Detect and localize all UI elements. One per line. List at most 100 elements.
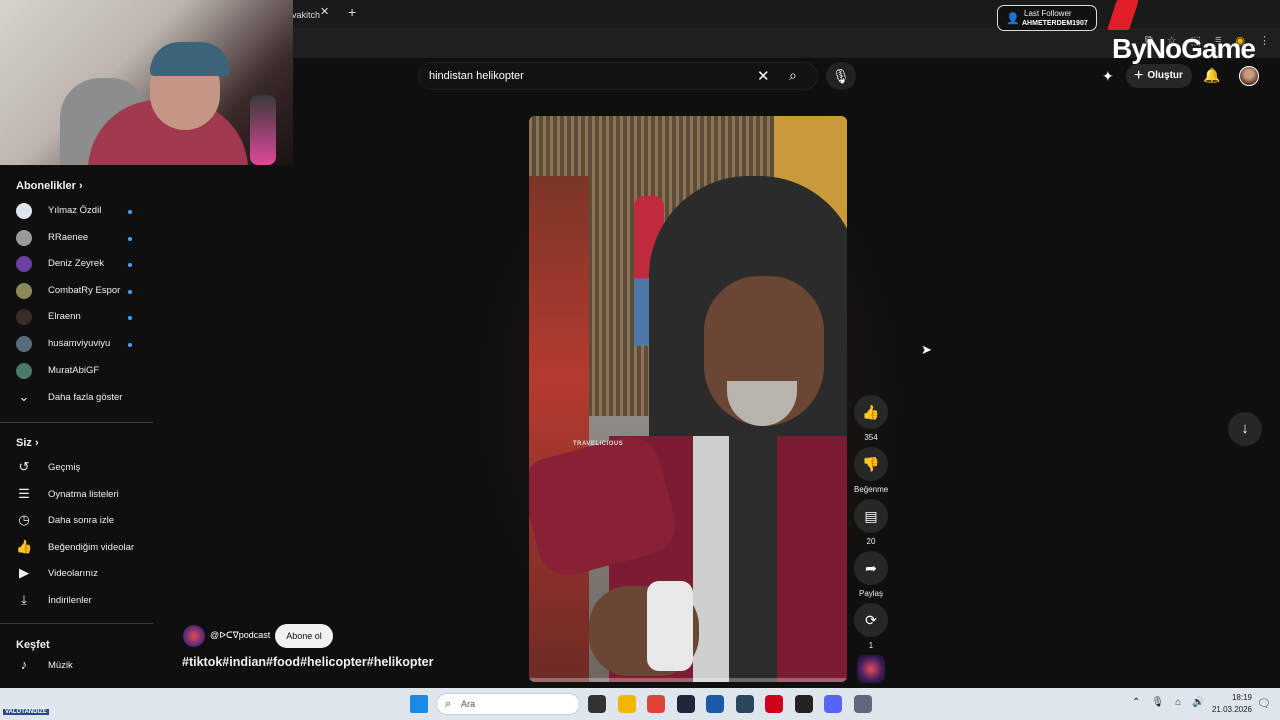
channel-avatar — [16, 309, 32, 326]
search-input[interactable]: hindistan helikopter — [429, 70, 524, 82]
app-dark-icon[interactable] — [794, 695, 813, 713]
share-button[interactable]: ➦ Paylaş — [854, 551, 888, 598]
notifications-icon[interactable]: 🔔 — [1203, 67, 1220, 84]
sidebar-item-subscription[interactable]: Deniz Zeyrek — [16, 252, 146, 278]
like-button[interactable]: 👍 354 — [854, 395, 888, 442]
windows-start-icon[interactable] — [410, 695, 428, 713]
channel-avatar — [16, 229, 32, 246]
chrome-icon[interactable] — [647, 695, 665, 713]
show-more-button[interactable]: ⌄ Daha fazla göster — [16, 386, 146, 412]
new-content-dot — [128, 289, 132, 294]
channel-handle[interactable]: @ᐅᑕᐁpodcast — [210, 630, 270, 641]
like-count: 354 — [864, 433, 878, 442]
sidebar-item-subscription[interactable]: MuratAbiGF — [16, 359, 146, 385]
microphone-icon[interactable]: 🎙 — [1151, 697, 1164, 708]
steam-icon[interactable] — [676, 695, 695, 713]
sidebar-item-subscription[interactable]: Yılmaz Özdil — [16, 199, 146, 225]
search-icon[interactable]: ⌕ — [789, 67, 797, 84]
follower-title: Last Follower — [1024, 9, 1072, 18]
chevron-right-icon: › — [34, 437, 39, 449]
comments-button[interactable]: ▤ 20 — [854, 499, 888, 546]
shorts-video-player[interactable]: TRAVELICIOUS — [529, 116, 847, 682]
sidebar-item-subscription[interactable]: RRaenee — [16, 226, 146, 252]
gemini-icon[interactable]: ✦ — [1102, 68, 1114, 85]
sidebar-item-history[interactable]: ↺ Geçmiş — [16, 456, 146, 482]
remix-count: 1 — [868, 641, 874, 650]
sidebar-divider — [0, 422, 153, 423]
settings-icon[interactable] — [853, 695, 872, 713]
sidebar-item-subscription[interactable]: CombatRy Espor — [16, 279, 146, 305]
close-tab-icon[interactable]: ✕ — [320, 5, 329, 18]
search-box[interactable]: hindistan helikopter ✕ ⌕ — [418, 62, 818, 90]
steam-2-icon[interactable] — [735, 695, 754, 713]
subscribe-button[interactable]: Abone ol — [275, 624, 333, 648]
chevron-up-icon[interactable]: ⌃ — [1132, 697, 1140, 708]
video-hashtags[interactable]: #tiktok#indian#food#helicopter#helikopte… — [182, 655, 433, 669]
sidebar-divider — [0, 623, 153, 624]
create-label: Oluştur — [1147, 70, 1183, 81]
app-red-icon[interactable] — [765, 695, 783, 713]
menu-icon[interactable]: ⋮ — [1259, 34, 1270, 47]
task-view-icon[interactable] — [588, 695, 606, 713]
clock-icon: ◷ — [18, 512, 30, 528]
sidebar-item-thumb-up[interactable]: 👍 Beğendiğim videolar — [16, 536, 146, 562]
video-watermark: TRAVELICIOUS — [573, 441, 624, 447]
explore-title: Keşfet — [16, 639, 50, 651]
sidebar-item-download[interactable]: ⤓ İndirilenler — [16, 589, 146, 615]
download-icon: ⤓ — [21, 592, 27, 607]
brand-logo: ByNoGame — [1107, 0, 1280, 64]
brand-logo-mark — [1107, 0, 1139, 30]
video-left-man — [529, 176, 589, 682]
share-icon: ➦ — [854, 551, 888, 585]
network-icon[interactable]: ⌂ — [1175, 697, 1181, 708]
channel-avatar[interactable] — [183, 625, 205, 647]
thumb-up-icon: 👍 — [16, 538, 33, 554]
volume-icon[interactable]: 🔊 — [1192, 697, 1204, 708]
create-button[interactable]: + Oluştur — [1126, 64, 1192, 88]
notification-center-icon[interactable]: 🗨 — [1257, 697, 1271, 710]
sidebar-item-label: Geçmiş — [48, 462, 81, 473]
chevron-right-icon: › — [78, 180, 83, 192]
new-tab-icon[interactable]: + — [348, 4, 356, 20]
voice-search-icon[interactable]: 🎙 — [826, 62, 856, 90]
clock-time[interactable]: 18:19 — [1208, 693, 1252, 702]
system-tray: ⌃ 🎙 ⌂ 🔊 — [1132, 697, 1205, 708]
thumb-down-icon: 👎 — [854, 447, 888, 481]
file-explorer-icon[interactable] — [617, 695, 636, 713]
clear-search-icon[interactable]: ✕ — [757, 67, 770, 85]
webcam-overlay — [0, 0, 293, 165]
discord-icon[interactable] — [824, 695, 842, 713]
remix-button[interactable]: ⟳ 1 — [854, 603, 888, 650]
account-avatar[interactable] — [1239, 66, 1259, 86]
sidebar-item-label: CombatRy Espor — [48, 284, 121, 296]
you-title[interactable]: Siz › — [16, 437, 39, 449]
webcam-microphone — [250, 95, 276, 165]
dislike-label: Beğenme — [854, 485, 889, 494]
sidebar-item-label: Videolarınız — [48, 568, 98, 580]
new-content-dot — [128, 210, 132, 214]
browser-tab[interactable]: vakitch — [284, 2, 344, 28]
next-video-arrow-icon[interactable]: ↓ — [1228, 412, 1262, 446]
taskbar-search[interactable]: ⌕ Ara — [436, 693, 580, 715]
sidebar-item-label: MuratAbiGF — [48, 364, 100, 376]
subscriptions-title[interactable]: Abonelikler › — [16, 180, 83, 192]
sidebar-item-clock[interactable]: ◷ Daha sonra izle — [16, 509, 146, 535]
music-icon: ♪ — [20, 657, 28, 672]
search-icon: ⌕ — [445, 698, 452, 710]
video-progress-bar[interactable] — [529, 678, 847, 682]
sidebar-item-music[interactable]: ♪ Müzik — [16, 654, 146, 680]
store-icon[interactable] — [706, 695, 724, 713]
windows-taskbar: ⌕ Ara ⌃ 🎙 ⌂ 🔊 18:19 21.03.2026 🗨 — [0, 688, 1280, 720]
dislike-button[interactable]: 👎 Beğenme — [854, 447, 888, 494]
clock-date[interactable]: 21.03.2026 — [1208, 705, 1252, 714]
sidebar-item-subscription[interactable]: husamviyuviyu — [16, 332, 146, 358]
channel-avatar — [16, 203, 32, 219]
sidebar-item-label: Deniz Zeyrek — [48, 258, 104, 270]
sidebar-item-video[interactable]: ▶ Videolarınız — [16, 562, 146, 588]
sound-thumbnail[interactable] — [857, 655, 885, 683]
follower-name: AHMETERDEM1907 — [1022, 20, 1088, 27]
sidebar-item-subscription[interactable]: Elraenn — [16, 305, 146, 331]
sidebar-item-label: Yılmaz Özdil — [48, 205, 102, 216]
sidebar-item-playlist[interactable]: ☰ Oynatma listeleri — [16, 483, 146, 509]
history-icon: ↺ — [18, 459, 30, 474]
